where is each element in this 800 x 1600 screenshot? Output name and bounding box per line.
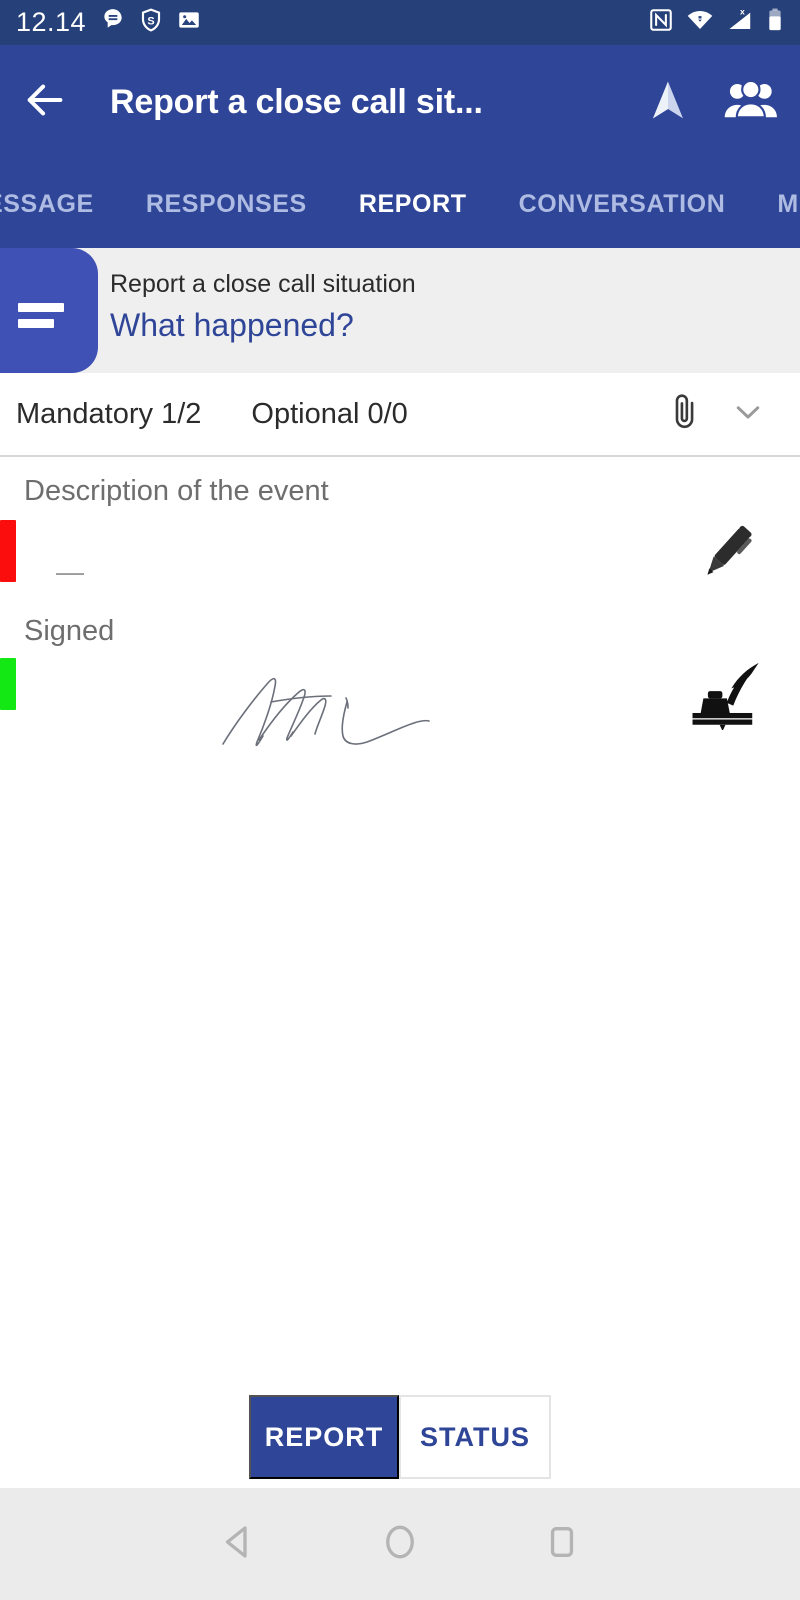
chevron-down-icon[interactable] [730, 394, 766, 435]
message-bubble-icon [100, 7, 126, 38]
nav-home-circle-icon[interactable] [379, 1521, 421, 1568]
question-subtitle: Report a close call situation [110, 270, 416, 298]
quill-inkwell-icon[interactable] [688, 654, 764, 735]
report-button[interactable]: REPORT [249, 1395, 399, 1479]
field-body [0, 648, 800, 747]
nfc-icon [648, 7, 674, 38]
list-lines-icon [18, 303, 64, 335]
bottom-action-bar: REPORT STATUS [0, 1394, 800, 1480]
people-group-icon[interactable] [724, 78, 778, 127]
image-icon [176, 7, 202, 38]
signed-status-bar [0, 658, 16, 710]
mandatory-counter: Mandatory 1/2 [16, 397, 202, 430]
field-label: Signed [24, 615, 115, 647]
status-bar: 12.14 S x [0, 0, 800, 45]
app-bar-actions [648, 77, 778, 128]
question-title: What happened? [110, 307, 354, 343]
status-bar-clock: 12.14 [16, 7, 87, 37]
tab-responses[interactable]: RESPONSES [120, 190, 333, 219]
optional-counter: Optional 0/0 [251, 397, 408, 430]
svg-text:S: S [147, 15, 154, 27]
tab-report[interactable]: REPORT [333, 190, 493, 219]
signature-image[interactable] [215, 666, 465, 756]
tab-conversation[interactable]: CONVERSATION [493, 190, 752, 219]
navigation-arrow-icon[interactable] [648, 77, 688, 128]
field-value: — [56, 556, 86, 587]
page-title: Report a close call sit... [110, 83, 483, 121]
counter-row-actions [668, 392, 784, 437]
shield-s-icon: S [138, 7, 164, 38]
mandatory-status-bar [0, 520, 16, 582]
nav-back-triangle-icon[interactable] [217, 1521, 259, 1568]
field-label: Description of the event [24, 475, 329, 507]
android-navigation-bar [0, 1488, 800, 1600]
counter-row: Mandatory 1/2 Optional 0/0 [0, 373, 800, 457]
question-header-accent[interactable] [0, 248, 98, 373]
question-header-text: Report a close call situation What happe… [110, 270, 416, 344]
pen-icon[interactable] [690, 514, 764, 593]
phone-screen: 12.14 S x Report a close call sit... SSA… [0, 0, 800, 1600]
svg-text:x: x [740, 7, 745, 17]
paperclip-icon[interactable] [668, 392, 702, 437]
status-button[interactable]: STATUS [399, 1395, 551, 1479]
nav-recents-square-icon[interactable] [541, 1521, 583, 1568]
battery-icon [766, 7, 784, 38]
app-bar: Report a close call sit... [0, 45, 800, 160]
tab-bar[interactable]: ESSAGE RESPONSES REPORT CONVERSATION M [0, 160, 800, 248]
field-description-of-the-event[interactable]: Description of the event — [0, 457, 800, 597]
status-bar-notification-icons: S [100, 7, 202, 38]
tab-message[interactable]: ESSAGE [0, 190, 120, 219]
question-header: Report a close call situation What happe… [0, 248, 800, 373]
wifi-icon [686, 7, 714, 38]
field-body: — [0, 508, 800, 600]
tab-more[interactable]: M [751, 190, 800, 219]
field-signed[interactable]: Signed [0, 597, 800, 762]
cellular-signal-x-icon: x [726, 7, 754, 38]
status-bar-system-icons: x [648, 7, 784, 38]
back-arrow-icon[interactable] [22, 77, 68, 128]
